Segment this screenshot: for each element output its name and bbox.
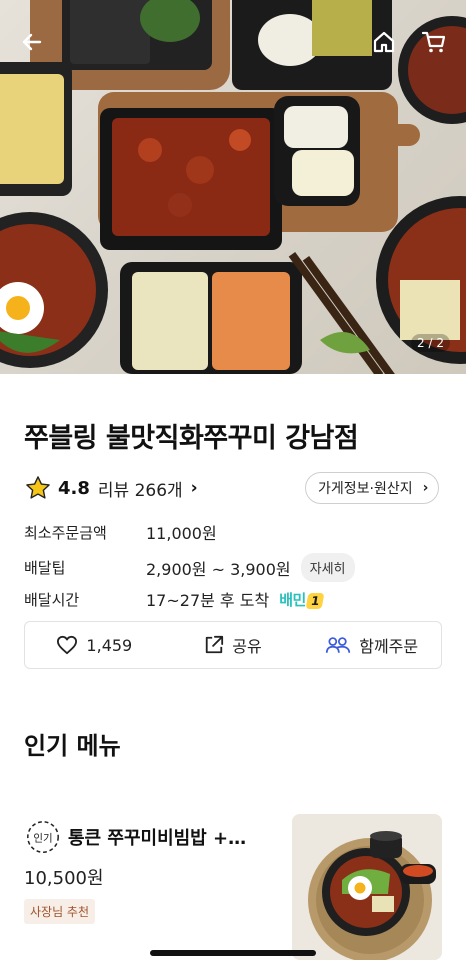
delivery-time-label: 배달시간: [24, 590, 80, 609]
home-icon: [373, 31, 395, 53]
delivery-time-row: 배달시간 17~27분 후 도착 배민 1: [24, 587, 325, 611]
share-button[interactable]: 공유: [164, 622, 303, 668]
home-button[interactable]: [368, 26, 400, 58]
min-order-value: 11,000원: [146, 524, 217, 543]
heart-icon: [57, 635, 78, 655]
rating-value: 4.8: [58, 477, 90, 499]
popular-badge-icon: 인기: [27, 821, 59, 853]
star-icon: [26, 476, 50, 499]
delivery-tip-row: 배달팁 2,900원 ~ 3,900원 자세히: [24, 553, 355, 582]
menu-item-name: 통큰 쭈꾸미비빔밥 +…: [68, 828, 247, 849]
store-actions-bar: 1,459 공유 함께주문: [24, 621, 442, 669]
hero-image[interactable]: 2 / 2: [0, 0, 466, 374]
delivery-tip-value: 2,900원 ~ 3,900원: [146, 559, 291, 579]
rating-summary[interactable]: 4.8 리뷰 266개 ›: [24, 474, 198, 502]
share-icon: [206, 635, 224, 654]
menu-item[interactable]: 인기 통큰 쭈꾸미비빔밥 +… 10,500원 사장님 추천: [0, 812, 466, 962]
owner-recommend-tag: 사장님 추천: [24, 899, 96, 924]
baemin1-badge: 배민 1: [279, 589, 325, 610]
group-people-icon: [326, 637, 351, 653]
delivery-time-value: 17~27분 후 도착: [146, 591, 270, 610]
review-count: 리뷰 266개: [97, 480, 183, 501]
back-button[interactable]: [16, 26, 48, 58]
popular-menu-title: 인기 메뉴: [24, 732, 121, 760]
cart-button[interactable]: [418, 26, 450, 58]
baemin-badge-text: 배민: [279, 590, 306, 609]
store-info-label: 가게정보·원산지: [318, 481, 413, 497]
store-info-origin-button[interactable]: 가게정보·원산지 ›: [305, 472, 440, 504]
bibimbap-photo: [292, 814, 442, 960]
delivery-tip-label: 배달팁: [24, 559, 66, 577]
cart-icon: [421, 31, 446, 53]
image-page-counter: 2 / 2: [411, 334, 450, 352]
min-order-label: 최소주문금액: [24, 523, 107, 542]
back-arrow-icon: [22, 33, 42, 51]
min-order-row: 최소주문금액 11,000원: [24, 520, 217, 544]
chevron-right-icon: ›: [190, 478, 198, 498]
store-name: 쭈블링 불맛직화쭈꾸미 강남점: [24, 423, 359, 454]
popular-badge-text: 인기: [33, 832, 52, 844]
menu-item-image: [292, 814, 442, 960]
group-order-label: 함께주문: [359, 637, 419, 656]
menu-item-price: 10,500원: [24, 868, 104, 889]
group-order-button[interactable]: 함께주문: [302, 622, 441, 668]
share-label: 공유: [232, 637, 262, 656]
baemin-badge-number: 1: [305, 592, 325, 609]
like-button[interactable]: 1,459: [25, 622, 164, 668]
delivery-tip-detail-button[interactable]: 자세히: [300, 553, 355, 582]
chevron-right-icon: ›: [422, 480, 429, 496]
home-indicator: [150, 950, 316, 956]
like-count: 1,459: [86, 635, 133, 655]
